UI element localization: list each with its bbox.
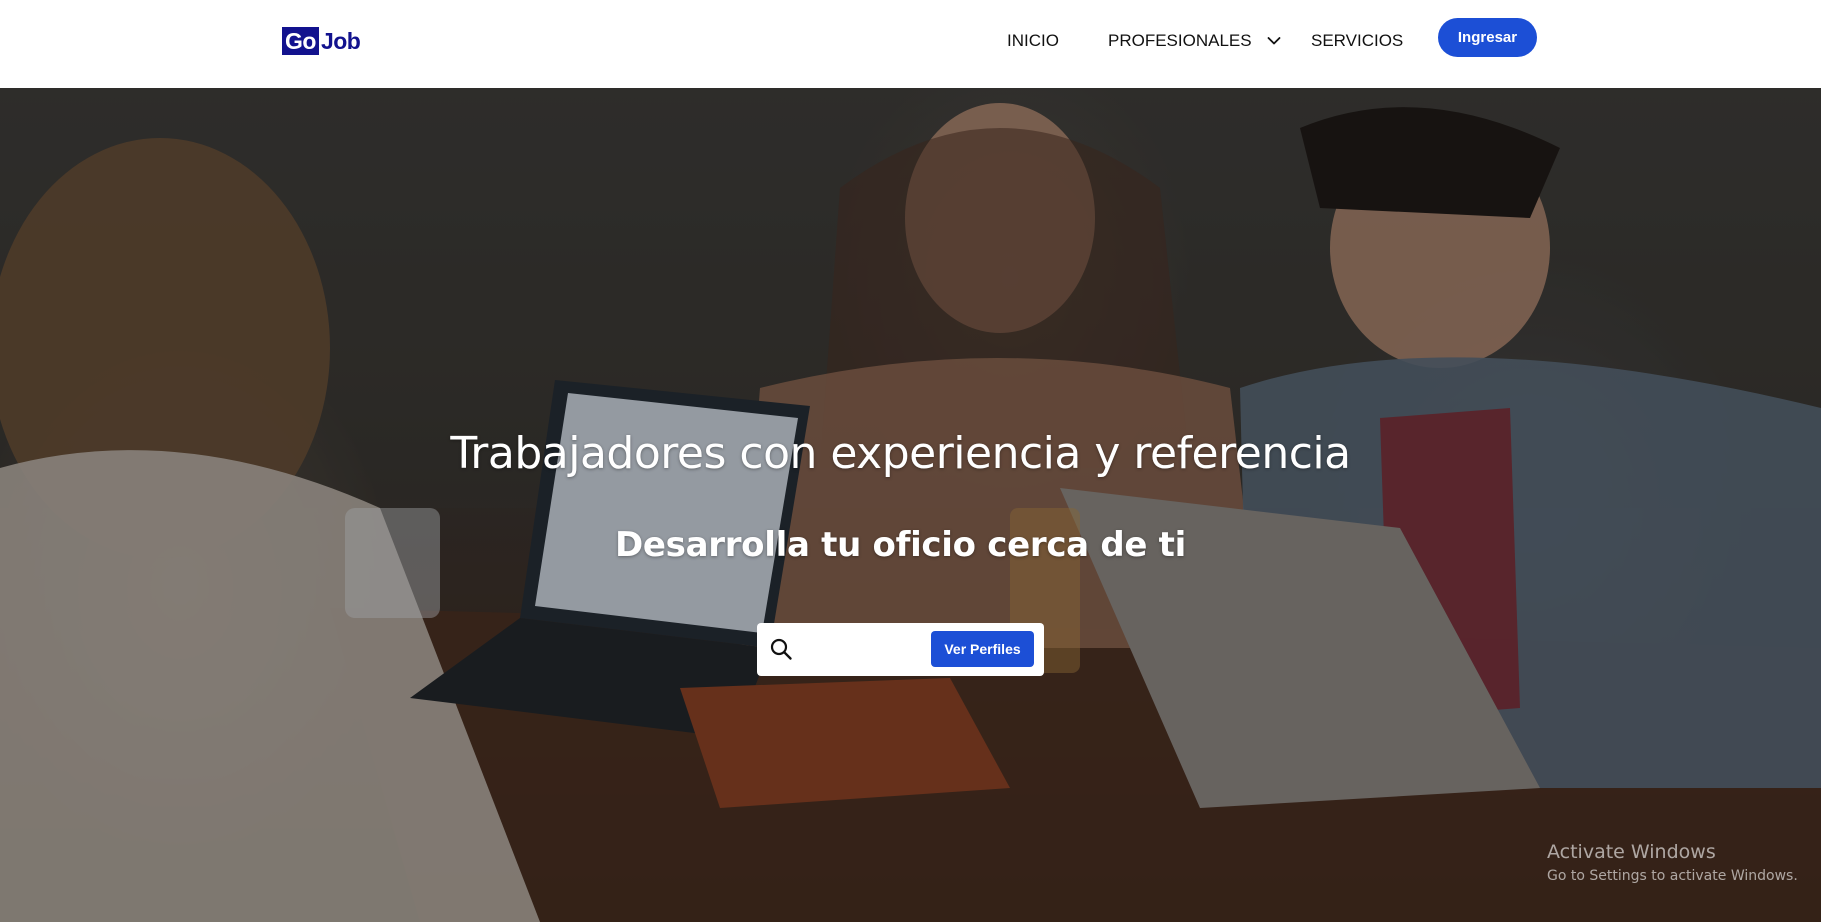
gojob-logo[interactable]: Go Job xyxy=(282,27,361,55)
top-navbar: Go Job INICIO PROFESIONALES SERVICIOS Ing… xyxy=(0,0,1821,88)
watermark-title: Activate Windows xyxy=(1547,841,1716,863)
windows-activation-watermark: Activate Windows Go to Settings to activ… xyxy=(1547,840,1798,886)
logo-job-text: Job xyxy=(320,28,361,54)
search-icon xyxy=(770,638,792,660)
hero-section: Trabajadores con experiencia y referenci… xyxy=(0,88,1821,922)
nav-servicios[interactable]: SERVICIOS xyxy=(1311,29,1403,53)
hero-subtitle: Desarrolla tu oficio cerca de ti xyxy=(614,525,1186,565)
chevron-down-icon xyxy=(1267,37,1281,45)
ver-perfiles-button[interactable]: Ver Perfiles xyxy=(931,631,1034,667)
hero-dark-overlay xyxy=(0,88,1821,922)
watermark-subtitle: Go to Settings to activate Windows. xyxy=(1547,868,1798,884)
profile-search-bar: Ver Perfiles xyxy=(757,623,1044,676)
nav-profesionales-label: PROFESIONALES xyxy=(1108,31,1252,50)
ingresar-button[interactable]: Ingresar xyxy=(1438,18,1537,57)
search-input[interactable] xyxy=(801,632,911,667)
nav-inicio[interactable]: INICIO xyxy=(1007,29,1059,53)
logo-go-text: Go xyxy=(282,27,319,55)
hero-title: Trabajadores con experiencia y referenci… xyxy=(450,428,1351,479)
nav-profesionales-dropdown[interactable]: PROFESIONALES xyxy=(1108,29,1282,53)
